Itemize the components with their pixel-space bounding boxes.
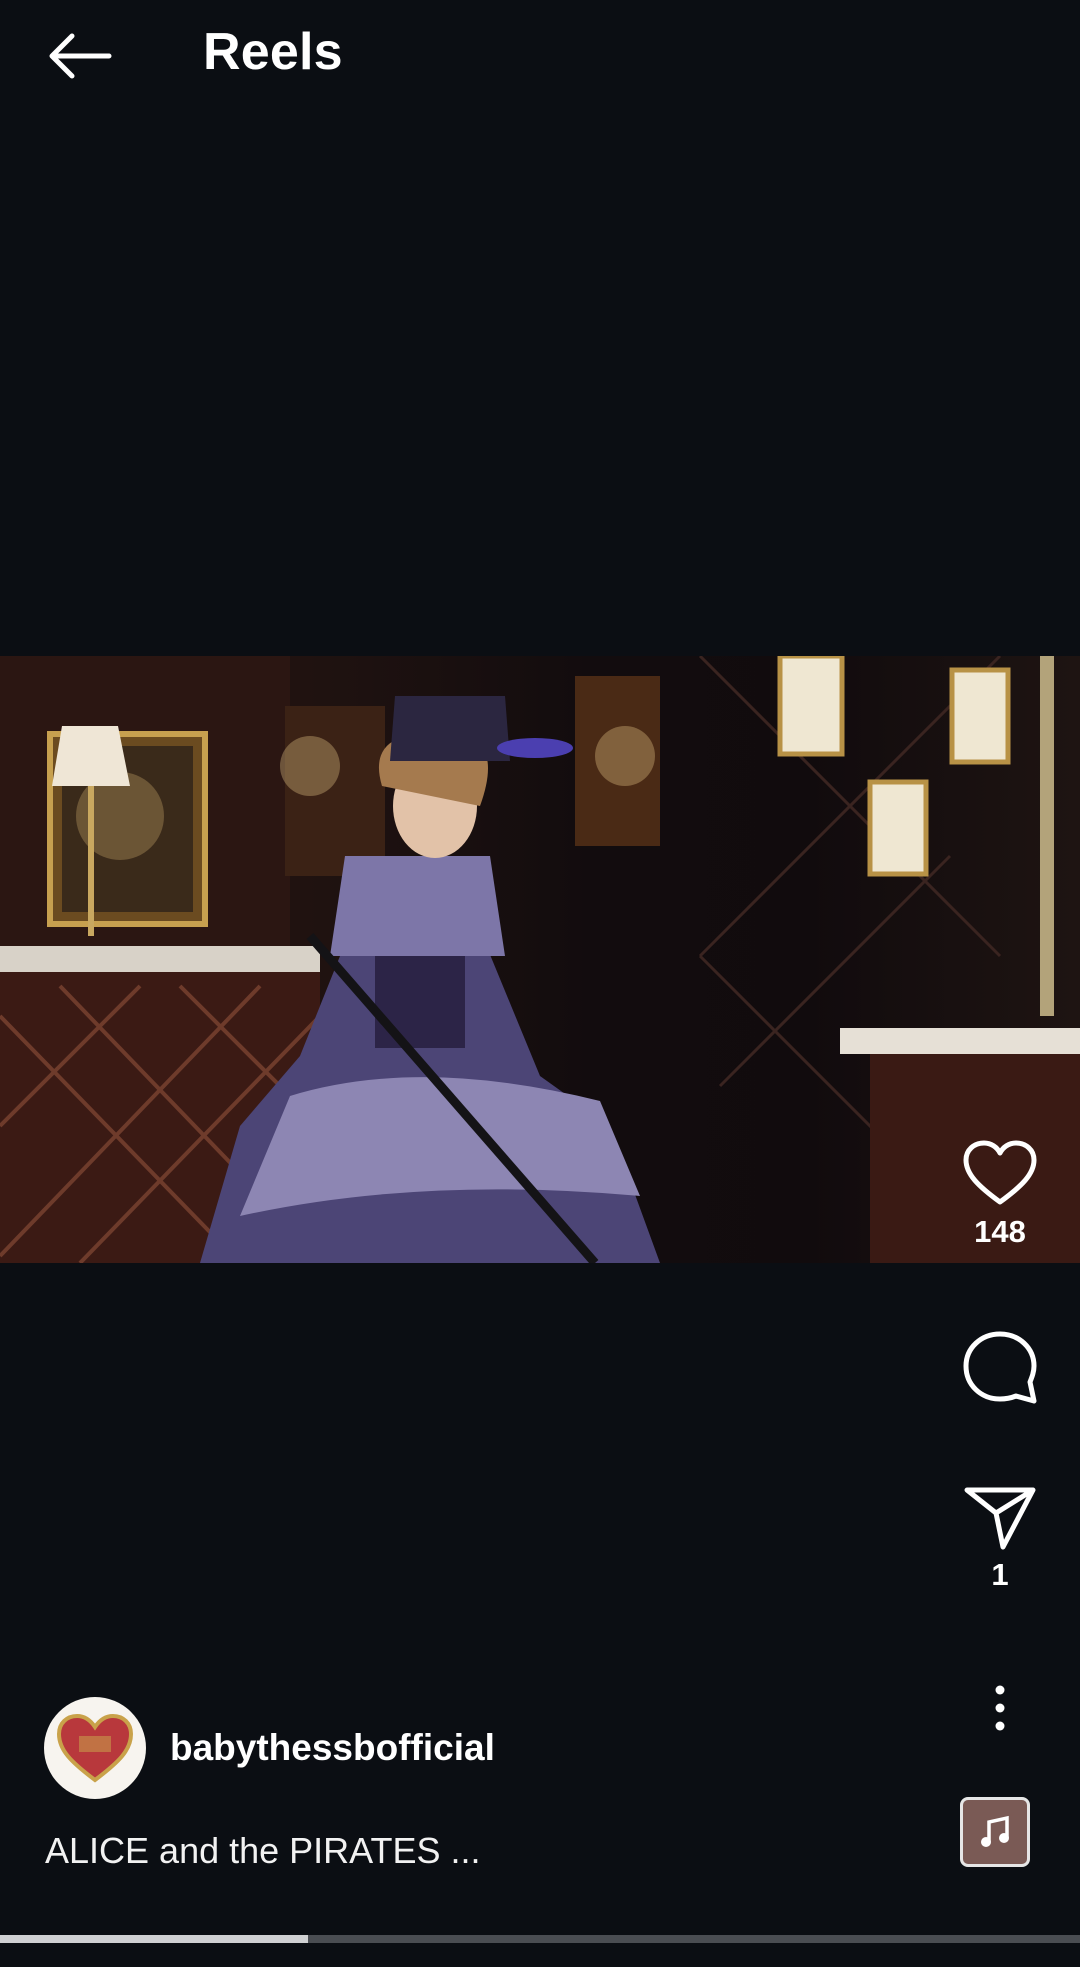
reel-video[interactable] bbox=[0, 656, 1080, 1263]
like-count: 148 bbox=[974, 1214, 1026, 1249]
author-username[interactable]: babythessbofficial bbox=[170, 1727, 495, 1769]
audio-button[interactable] bbox=[960, 1797, 1030, 1867]
comment-icon[interactable] bbox=[961, 1330, 1039, 1406]
video-progress-fill bbox=[0, 1935, 308, 1943]
page-title: Reels bbox=[203, 23, 343, 81]
video-progress-bar[interactable] bbox=[0, 1935, 1080, 1943]
brand-heart-logo bbox=[56, 1713, 134, 1783]
avatar[interactable] bbox=[44, 1697, 146, 1799]
reel-caption[interactable]: ALICE and the PIRATES ... bbox=[45, 1830, 481, 1872]
like-action: 148 bbox=[920, 1140, 1080, 1250]
author-row: babythessbofficial bbox=[44, 1697, 495, 1799]
top-bar: Reels bbox=[0, 0, 1080, 112]
reel-video-frame bbox=[0, 656, 1080, 1263]
more-action bbox=[920, 1685, 1080, 1731]
comment-action bbox=[920, 1330, 1080, 1406]
share-action: 1 bbox=[920, 1485, 1080, 1593]
send-icon[interactable] bbox=[963, 1485, 1037, 1551]
more-options-icon[interactable] bbox=[990, 1685, 1010, 1731]
share-count: 1 bbox=[991, 1557, 1009, 1592]
music-note-icon bbox=[981, 1815, 1009, 1847]
back-button[interactable] bbox=[40, 26, 118, 86]
heart-icon[interactable] bbox=[962, 1140, 1038, 1208]
back-arrow-icon bbox=[49, 33, 112, 79]
